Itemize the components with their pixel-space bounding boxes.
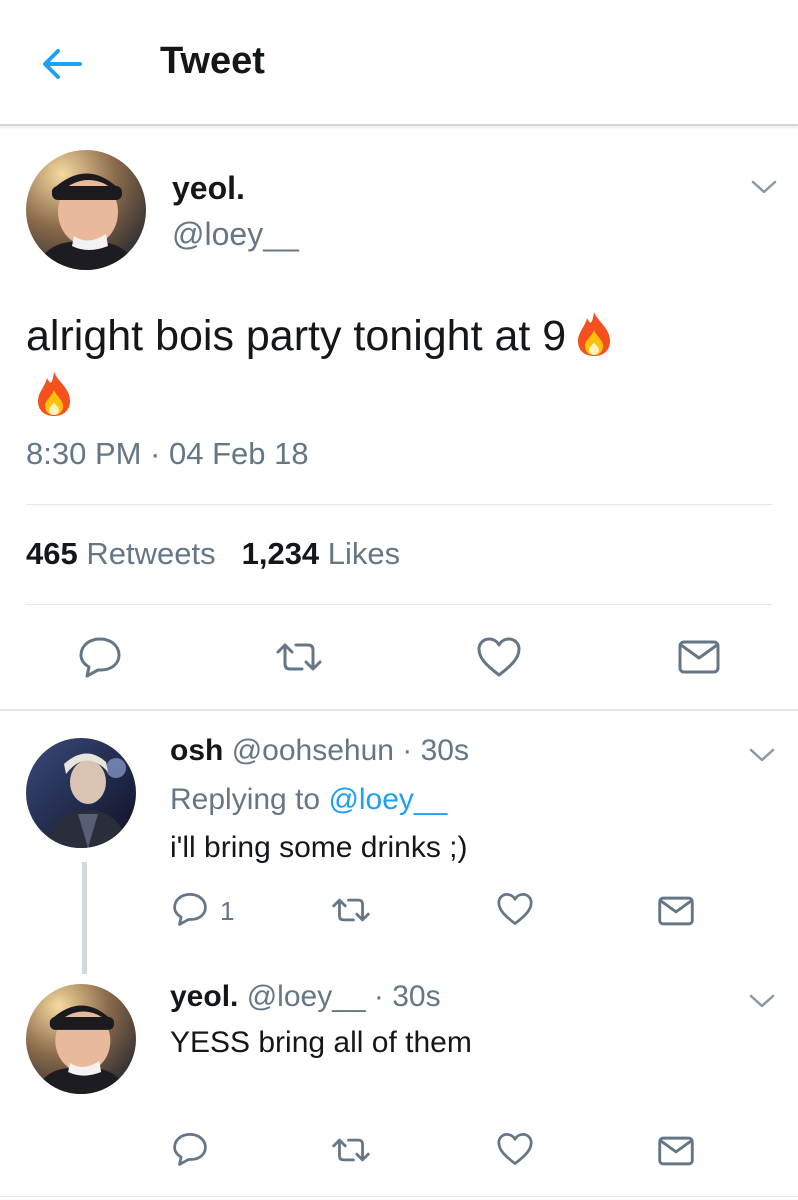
heart-icon[interactable] (496, 892, 534, 926)
reply-author-name[interactable]: yeol. (170, 980, 238, 1013)
avatar[interactable] (26, 984, 136, 1094)
tweet-text: alright bois party tonight at 9 (26, 306, 766, 426)
like-button[interactable] (476, 636, 522, 678)
reply-icon[interactable] (78, 636, 122, 678)
author-handle[interactable]: @loey__ (172, 216, 299, 253)
reply-button[interactable] (172, 1132, 208, 1166)
replying-to-label: Replying to (170, 783, 321, 816)
divider (26, 604, 772, 605)
top-bar: Tweet (0, 0, 798, 126)
reply-author-name[interactable]: osh (170, 734, 223, 767)
heart-icon[interactable] (476, 636, 522, 678)
reply-count: 1 (220, 896, 235, 926)
reply-author-handle[interactable]: @loey__ (247, 980, 366, 1013)
reply-icon[interactable] (172, 1132, 208, 1166)
share-button[interactable] (658, 896, 694, 926)
chevron-down-icon[interactable] (750, 178, 778, 196)
divider (0, 1196, 798, 1197)
mail-icon[interactable] (658, 1136, 694, 1166)
like-button[interactable] (496, 892, 534, 926)
divider (26, 504, 772, 505)
retweet-icon[interactable] (330, 896, 372, 924)
retweet-count[interactable]: 465 (26, 536, 78, 571)
avatar[interactable] (26, 150, 146, 270)
retweet-icon[interactable] (330, 1136, 372, 1164)
share-button[interactable] (678, 640, 720, 674)
like-button[interactable] (496, 1132, 534, 1166)
tweet-stats: 465 Retweets 1,234 Likes (26, 536, 400, 572)
reply-author-handle[interactable]: @oohsehun (232, 734, 394, 767)
mail-icon[interactable] (678, 640, 720, 674)
share-button[interactable] (658, 1136, 694, 1166)
retweet-icon[interactable] (274, 640, 324, 674)
retweet-button[interactable] (274, 640, 324, 674)
page-title: Tweet (160, 40, 265, 82)
tweet-text-line: alright bois party tonight at 9 (26, 312, 567, 360)
reply-time: · 30s (373, 980, 441, 1013)
reply-button[interactable] (78, 636, 122, 678)
divider (0, 709, 798, 711)
tweet-timestamp[interactable]: 8:30 PM · 04 Feb 18 (26, 436, 309, 472)
reply-button[interactable] (172, 892, 208, 926)
avatar[interactable] (26, 738, 136, 848)
like-count[interactable]: 1,234 (242, 536, 320, 571)
reply-icon[interactable] (172, 892, 208, 926)
chevron-down-icon[interactable] (748, 992, 776, 1010)
reply-header: yeol. @loey__ · 30s (170, 980, 441, 1014)
likes-label[interactable]: Likes (328, 536, 400, 571)
mail-icon[interactable] (658, 896, 694, 926)
retweet-button[interactable] (330, 1136, 372, 1164)
author-name[interactable]: yeol. (172, 170, 245, 207)
mention-link[interactable]: @loey__ (328, 783, 447, 816)
fire-emoji-icon (574, 310, 614, 358)
reply-text: YESS bring all of them (170, 1026, 472, 1059)
heart-icon[interactable] (496, 1132, 534, 1166)
chevron-down-icon[interactable] (748, 746, 776, 764)
reply-text: i'll bring some drinks ;) (170, 831, 468, 864)
replying-to: Replying to @loey__ (170, 783, 447, 817)
thread-connector (82, 862, 87, 974)
back-arrow-icon[interactable] (38, 40, 86, 88)
reply-time: · 30s (402, 734, 469, 767)
reply-header: osh @oohsehun · 30s (170, 734, 469, 768)
retweet-button[interactable] (330, 896, 372, 924)
retweets-label[interactable]: Retweets (86, 536, 215, 571)
fire-emoji-icon (34, 370, 74, 418)
